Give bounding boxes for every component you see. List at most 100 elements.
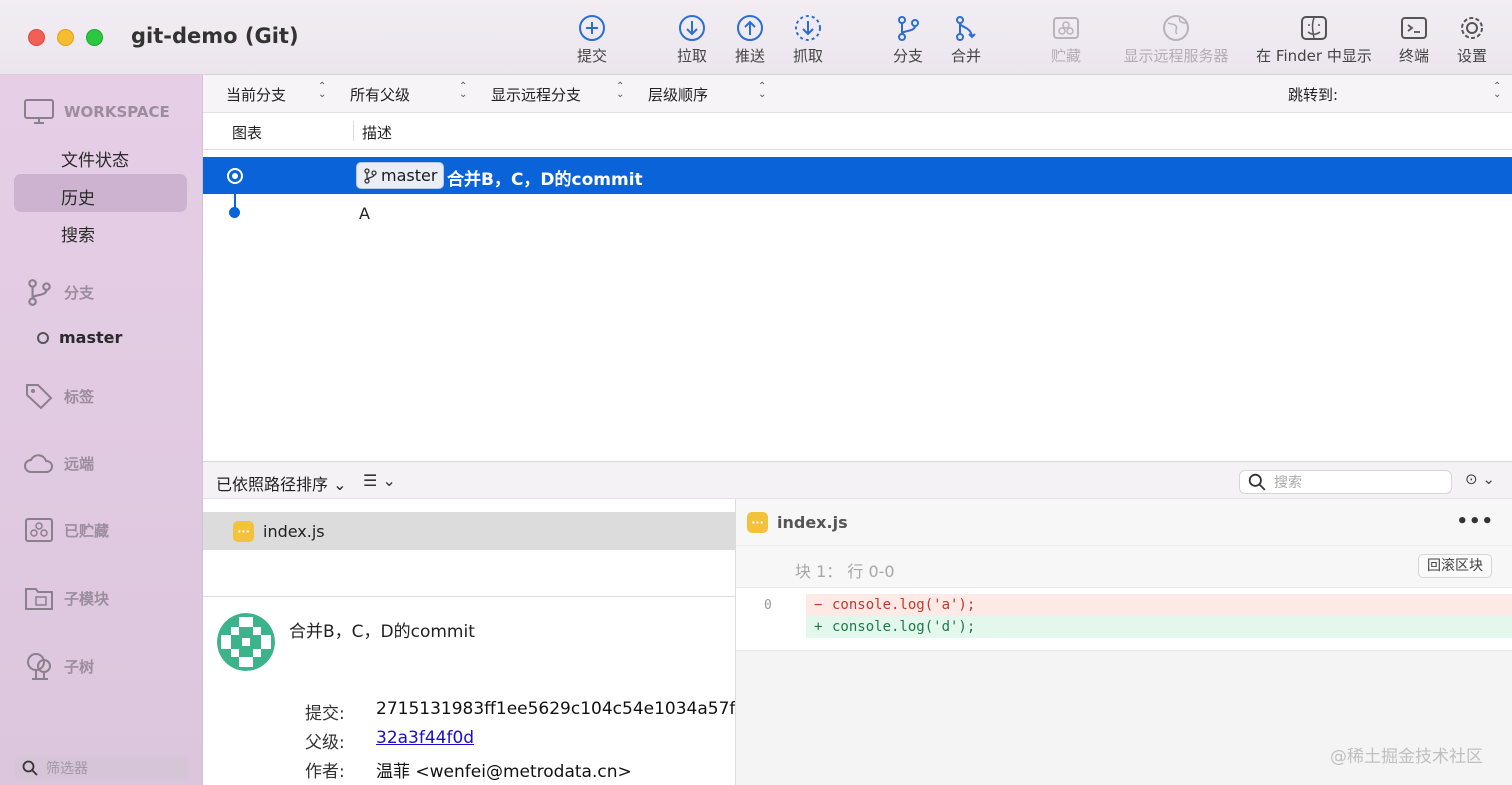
ellipsis-circle-icon: ⊙ (1465, 470, 1478, 488)
order-label: 层级顺序 (648, 86, 709, 104)
push-label: 推送 (734, 47, 765, 65)
tag-icon (26, 384, 53, 410)
branch-icon (28, 279, 51, 306)
chevron-updown-icon: ⌃ ⌄ (318, 81, 327, 100)
fetch-icon (795, 15, 821, 41)
settings-button[interactable]: 设置 (1454, 14, 1490, 66)
sort-mode-dropdown[interactable]: 已依照路径排序 ⌄ (216, 471, 347, 495)
push-button[interactable]: 推送 (732, 14, 768, 66)
stash-icon (25, 518, 53, 542)
commit-message: A (359, 204, 370, 223)
remotes-header[interactable]: 远端 (24, 452, 94, 474)
pull-button[interactable]: 拉取 (674, 14, 710, 66)
show-remote-button[interactable]: 显示远程服务器 (1118, 14, 1234, 66)
branch-badge: master (356, 162, 445, 189)
pull-label: 拉取 (676, 47, 707, 65)
merge-button[interactable]: 合并 (948, 14, 984, 66)
diff-code-area: 0 − console.log('a'); + console.log('d'); (736, 587, 1512, 651)
more-options-button[interactable]: ⊙ ⌄ (1465, 470, 1495, 488)
sidebar-item-search[interactable]: 搜索 (61, 221, 95, 246)
changed-files-list: ··· index.js (203, 499, 736, 596)
list-view-dropdown[interactable]: ☰ ⌄ (363, 471, 396, 490)
sidebar-selection-highlight (14, 174, 187, 212)
chevron-down-icon: ⌄ (1482, 470, 1495, 488)
chevron-updown-icon: ⌃ ⌄ (758, 81, 767, 100)
monitor-icon (24, 99, 54, 124)
added-line-text: console.log('d'); (832, 619, 976, 635)
sidebar-item-history[interactable]: 历史 (61, 184, 95, 209)
fetch-label: 抓取 (792, 47, 823, 65)
main-panel: 当前分支 ⌃ ⌄ 所有父级 ⌃ ⌄ 显示远程分支 ⌃ ⌄ 层级顺序 ⌃ ⌄ 跳转到: ⌃… (203, 75, 1512, 785)
subtrees-header[interactable]: 子树 (24, 651, 94, 681)
commit-node (229, 207, 240, 218)
sidebar-item-file-status[interactable]: 文件状态 (61, 146, 129, 171)
submodules-header[interactable]: 子模块 (24, 585, 109, 611)
branch-label: 分支 (892, 47, 923, 65)
modified-file-icon: ··· (747, 511, 768, 533)
file-search-input[interactable]: 搜索 (1239, 470, 1452, 494)
list-icon: ☰ (363, 471, 378, 490)
chevron-down-icon: ⌄ (333, 475, 347, 494)
column-graph[interactable]: 图表 (232, 122, 262, 143)
terminal-button[interactable]: 终端 (1396, 14, 1432, 66)
search-icon (22, 760, 38, 776)
stash-button[interactable]: 贮藏 (1048, 14, 1084, 66)
order-select[interactable]: 层级顺序 (648, 84, 708, 105)
branch-mode-select[interactable]: 当前分支 (226, 84, 286, 105)
line-number: 0 (764, 598, 772, 613)
sidebar-filter-input[interactable]: 筛选器 (14, 756, 189, 780)
merge-icon (956, 16, 976, 41)
sidebar-branch-master[interactable]: master (37, 328, 122, 347)
show-remote-label: 显示远程服务器 (1123, 47, 1229, 65)
chevron-updown-icon: ⌃ ⌄ (459, 81, 468, 100)
remotes-header-label: 远端 (64, 454, 95, 473)
parent-label: 父级: (305, 733, 345, 753)
parent-row: 父级: 32a3f44f0d (305, 728, 474, 753)
fetch-button[interactable]: 抓取 (790, 14, 826, 66)
branches-header[interactable]: 分支 (24, 277, 94, 307)
minimize-window-button[interactable] (57, 29, 74, 46)
close-window-button[interactable] (28, 29, 45, 46)
discard-hunk-button[interactable]: 回滚区块 (1418, 554, 1492, 578)
diff-more-button[interactable]: ••• (1456, 511, 1494, 532)
sort-mode-label: 已依照路径排序 (216, 475, 329, 494)
show-in-finder-button[interactable]: 在 Finder 中显示 (1252, 14, 1376, 66)
stash-label: 贮藏 (1050, 47, 1081, 65)
parent-hash-link[interactable]: 32a3f44f0d (376, 728, 474, 748)
terminal-icon (1401, 17, 1427, 39)
deletion-sign: − (814, 597, 823, 613)
column-description[interactable]: 描述 (362, 122, 392, 143)
stashes-header[interactable]: 已贮藏 (24, 517, 109, 543)
parents-select[interactable]: 所有父级 (350, 84, 410, 105)
merge-label: 合并 (950, 47, 981, 65)
commit-hash-value: 2715131983ff1ee5629c104c54e1034a57fa9 (376, 699, 736, 719)
commit-button[interactable]: 提交 (574, 14, 610, 66)
gear-icon (1461, 17, 1483, 39)
search-placeholder: 搜索 (1274, 475, 1302, 491)
details-toolbar: 已依照路径排序 ⌄ ☰ ⌄ 搜索 ⊙ ⌄ (203, 461, 1512, 499)
branch-icon (898, 16, 919, 41)
jump-to-select[interactable]: 跳转到: (1288, 84, 1338, 105)
branch-mode-label: 当前分支 (226, 86, 287, 104)
chevron-updown-icon: ⌃ ⌄ (616, 81, 625, 100)
globe-icon (1163, 15, 1189, 41)
diff-file-name: index.js (777, 512, 848, 532)
chevron-down-icon: ⌄ (382, 471, 396, 490)
branch-button[interactable]: 分支 (890, 14, 926, 66)
hunk-header: 块 1： 行 0-0 回滚区块 (736, 545, 1512, 587)
filter-placeholder: 筛选器 (46, 761, 88, 777)
file-list-item[interactable]: ··· index.js (203, 512, 736, 550)
sidebar: WORKSPACE 文件状态 历史 搜索 分支 master 标签 远端 已贮藏… (0, 75, 203, 785)
workspace-header: WORKSPACE (24, 99, 170, 125)
tags-header[interactable]: 标签 (24, 381, 94, 411)
author-label: 作者: (305, 762, 345, 782)
commit-hash-row: 提交: 2715131983ff1ee5629c104c54e1034a57fa… (305, 699, 735, 724)
current-branch-indicator-icon (37, 331, 49, 344)
diff-file-header: ··· index.js (736, 499, 1512, 545)
stashes-header-label: 已贮藏 (64, 521, 110, 540)
zoom-window-button[interactable] (86, 29, 103, 46)
commit-row[interactable] (203, 194, 1512, 231)
remote-branches-select[interactable]: 显示远程分支 (491, 84, 581, 105)
history-column-headers: 图表 描述 (203, 113, 1512, 150)
terminal-label: 终端 (1398, 47, 1429, 65)
